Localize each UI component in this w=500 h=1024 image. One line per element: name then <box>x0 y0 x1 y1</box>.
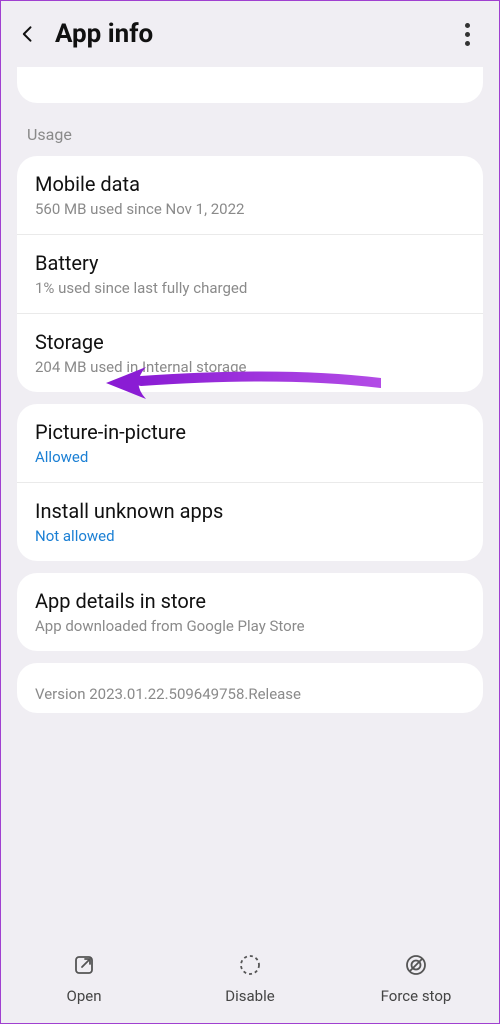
battery-row[interactable]: Battery 1% used since last fully charged <box>17 235 483 314</box>
back-icon[interactable] <box>15 21 41 47</box>
usage-section-label: Usage <box>1 111 499 152</box>
app-header: App info <box>1 1 499 67</box>
open-icon <box>70 951 98 979</box>
store-title: App details in store <box>35 589 465 613</box>
unknown-apps-status: Not allowed <box>35 527 465 545</box>
store-row[interactable]: App details in store App downloaded from… <box>17 573 483 651</box>
storage-sub: 204 MB used in Internal storage <box>35 358 465 376</box>
more-menu-icon[interactable] <box>455 23 479 46</box>
pip-title: Picture-in-picture <box>35 420 465 444</box>
disable-button[interactable]: Disable <box>168 951 332 1005</box>
open-label: Open <box>67 987 102 1005</box>
store-card: App details in store App downloaded from… <box>17 573 483 651</box>
permissions-card: Picture-in-picture Allowed Install unkno… <box>17 404 483 561</box>
pip-row[interactable]: Picture-in-picture Allowed <box>17 404 483 483</box>
mobile-data-sub: 560 MB used since Nov 1, 2022 <box>35 200 465 218</box>
force-stop-button[interactable]: Force stop <box>334 951 498 1005</box>
version-card: Version 2023.01.22.509649758.Release <box>17 663 483 713</box>
force-stop-label: Force stop <box>381 987 452 1005</box>
battery-title: Battery <box>35 251 465 275</box>
disable-icon <box>236 951 264 979</box>
open-button[interactable]: Open <box>2 951 166 1005</box>
usage-card: Mobile data 560 MB used since Nov 1, 202… <box>17 156 483 392</box>
page-title: App info <box>55 19 455 49</box>
storage-row[interactable]: Storage 204 MB used in Internal storage <box>17 314 483 392</box>
battery-sub: 1% used since last fully charged <box>35 279 465 297</box>
store-sub: App downloaded from Google Play Store <box>35 617 465 635</box>
mobile-data-row[interactable]: Mobile data 560 MB used since Nov 1, 202… <box>17 156 483 235</box>
force-stop-icon <box>402 951 430 979</box>
disable-label: Disable <box>225 987 274 1005</box>
mobile-data-title: Mobile data <box>35 172 465 196</box>
storage-title: Storage <box>35 330 465 354</box>
bottom-action-bar: Open Disable Force stop <box>1 937 499 1023</box>
previous-card-edge <box>17 67 483 103</box>
unknown-apps-row[interactable]: Install unknown apps Not allowed <box>17 483 483 561</box>
pip-status: Allowed <box>35 448 465 466</box>
version-text: Version 2023.01.22.509649758.Release <box>35 685 301 703</box>
unknown-apps-title: Install unknown apps <box>35 499 465 523</box>
